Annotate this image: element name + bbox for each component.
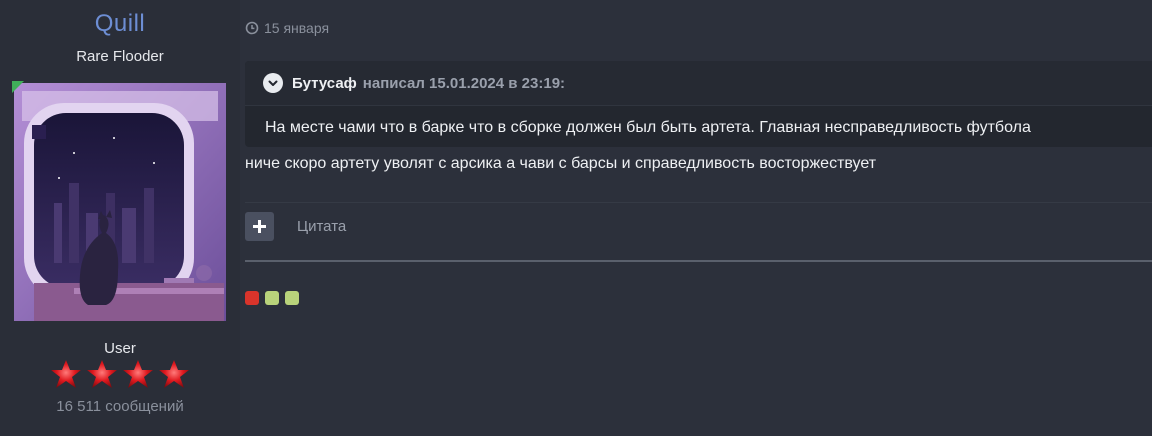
rank-star-icon xyxy=(123,360,153,388)
clock-icon xyxy=(245,21,259,35)
author-name[interactable]: Quill xyxy=(0,10,240,38)
message-count: 16 511 сообщений xyxy=(56,398,184,415)
user-group: User xyxy=(104,340,136,357)
post-date[interactable]: 15 января xyxy=(245,20,329,36)
quote-meta: написал 15.01.2024 в 23:19: xyxy=(362,74,566,92)
separator xyxy=(245,260,1152,262)
chevron-down-icon[interactable] xyxy=(263,73,283,93)
status-dot-green xyxy=(285,291,299,305)
quote-header[interactable]: Бутусаф написал 15.01.2024 в 23:19: xyxy=(245,61,1152,106)
rank-star-icon xyxy=(87,360,117,388)
author-panel: Quill Rare Flooder User 16 511 сообщений xyxy=(0,0,240,436)
avatar[interactable] xyxy=(14,83,226,321)
status-dot-red xyxy=(245,291,259,305)
status-dots xyxy=(245,291,299,305)
multi-quote-button[interactable] xyxy=(245,212,274,241)
author-title: Rare Flooder xyxy=(76,48,164,65)
rank-star-icon xyxy=(159,360,189,388)
online-indicator xyxy=(12,81,24,93)
post-text: ниче скоро артету уволят с арсика а чави… xyxy=(245,155,877,172)
quote-author[interactable]: Бутусаф xyxy=(292,75,357,92)
plus-icon xyxy=(253,220,266,233)
post-date-text: 15 января xyxy=(264,20,330,36)
rank-stars xyxy=(48,358,198,394)
quote-text: На месте чами что в барке что в сборке д… xyxy=(265,119,1031,136)
divider xyxy=(245,202,1152,203)
rank-star-icon xyxy=(51,360,81,388)
status-dot-green xyxy=(265,291,279,305)
quote-block: Бутусаф написал 15.01.2024 в 23:19: На м… xyxy=(245,61,1152,147)
quote-button[interactable]: Цитата xyxy=(297,218,346,235)
